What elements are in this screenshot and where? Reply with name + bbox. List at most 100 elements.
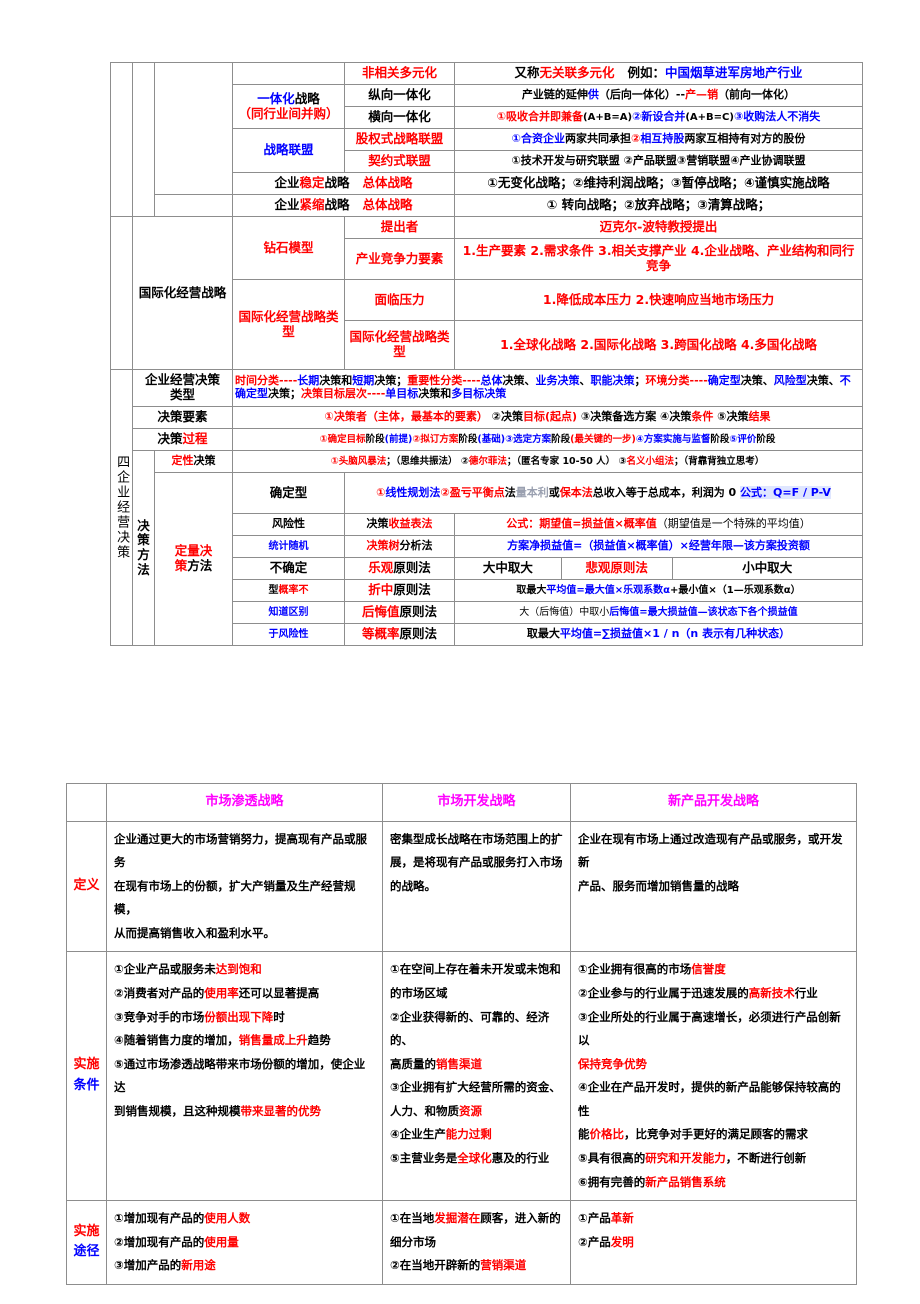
cell-line: 的市场区域 <box>390 982 563 1006</box>
rm2a: 决策树 <box>366 539 400 553</box>
cv3: ② <box>440 485 450 499</box>
intl-b: 战略 <box>201 284 227 300</box>
decision-process-value: ①确定目标阶段(前提)②拟订方案阶段(基础)③选定方案阶段(最关键的一步)④方案… <box>232 428 863 451</box>
uncertain-method-optimistic: 乐观原则法 <box>344 557 455 580</box>
contract-alliance-type: 契约式联盟 <box>344 150 455 173</box>
table-cell: 企业通过更大的市场营销努力，提高现有产品或服务 在现有市场上的份额，扩大产销量及生… <box>106 820 383 953</box>
u1-name2: 悲观原则法 <box>561 558 673 579</box>
table-cell: 企业在现有市场上通过改造现有产品或服务，或开发新 产品、服务而增加销售量的战略 <box>570 820 857 953</box>
rm1v2: 期望值=损益值×概率值 <box>539 517 657 531</box>
uncertain-equalprob-value: 取最大平均值=∑损益值×1 / n（n 表示有几种状态） <box>454 623 863 646</box>
cell-text: ②产品 <box>578 1234 611 1249</box>
v-desc-c: （后向一体化）-- <box>598 88 686 102</box>
table-cell: ①增加现有产品的使用人数 ②增加现有产品的使用量 ③增加产品的新用途 <box>106 1200 383 1285</box>
qtl-c: 方法 <box>187 558 213 573</box>
integration-label-c: （同行业间并购） <box>238 105 339 121</box>
cell-text: 带来显著的优势 <box>240 1103 322 1118</box>
dtv13: ； <box>634 374 646 388</box>
e-desc-a: ①合资企业 <box>511 132 565 146</box>
header-new-product-development: 新产品开发战略 <box>570 783 857 822</box>
cell-line: ②增加现有产品的使用量 <box>114 1231 375 1255</box>
cell-text: 营销渠道 <box>480 1258 527 1273</box>
cell-line: 的战略。 <box>390 875 563 899</box>
rm1v1: 公式： <box>506 517 540 531</box>
table-row: 国际化经营战略 钻石模型 提出者 迈克尔-波特教授提出 <box>110 216 863 370</box>
row-label-line2: 条件 <box>73 1078 100 1094</box>
table-row: 决策要素 ①决策者（主体，最基本的要素） ②决策目标(起点) ③决策备选方案 ④… <box>111 406 863 429</box>
u2b: 原则法 <box>393 582 431 598</box>
diamond-model-label: 钻石模型 <box>232 216 345 280</box>
table-cell: ①在空间上存在着未开发或未饱和 的市场区域 ②企业获得新的、可靠的、经济的、 高质量的… <box>382 951 571 1202</box>
table-row: 决策过程 ①确定目标阶段(前提)②拟订方案阶段(基础)③选定方案阶段(最关键的一… <box>111 428 863 451</box>
dtv24: 单目标 <box>385 387 419 400</box>
risk-method-1: 决策收益表法 <box>344 513 455 536</box>
uncertain-method-regret: 后悔值原则法 <box>344 601 455 624</box>
cell-text: 新产品销售系统 <box>645 1174 726 1189</box>
dpv7: ③选定方案 <box>505 433 552 445</box>
dt-a: 企业经营决策 <box>144 372 220 388</box>
dpv2: 阶段 <box>365 433 385 445</box>
qv4: 德尔菲法 <box>468 455 507 467</box>
cell-text: ⑤通过市场渗透战略带来市场份额的增加，使企业达 <box>114 1056 366 1095</box>
row-label-line2: 途径 <box>73 1244 100 1260</box>
table-cell: ①产品革新 ②产品发明 <box>570 1200 857 1285</box>
cell-text: 产品、服务而增加销售量的战略 <box>578 878 739 893</box>
cell-text: ②企业参与的行业属于迅速发展的 <box>578 986 749 1001</box>
risk-type-label: 风险性 <box>232 513 345 536</box>
dtv16: 确定型 <box>707 374 741 388</box>
diversify-name <box>232 62 345 85</box>
u4a: 等概率 <box>361 626 400 642</box>
u2v1: 取最大 <box>516 584 547 596</box>
equity-alliance-type: 股权式战略联盟 <box>344 128 455 151</box>
proposer-value: 迈克尔-波特教授提出 <box>454 216 863 239</box>
dtv17: 决策、 <box>740 374 774 388</box>
u4v1: 取最大 <box>526 627 560 641</box>
e-desc-e: 两家互相持有对方的股份 <box>684 132 806 146</box>
dtv25: 决策和 <box>418 387 452 400</box>
uncertain-compromise-value: 取最大平均值=最大值×乐观系数α+最小值×（1—乐观系数α） <box>454 579 863 602</box>
ql-b: 决策 <box>193 454 216 468</box>
cell-text: 高新技术 <box>748 986 795 1001</box>
cell-text: 发明 <box>610 1234 634 1249</box>
risk-method-2: 决策树分析法 <box>344 535 455 558</box>
qv2: 头脑风暴法 <box>338 455 387 467</box>
decision-element-value: ①决策者（主体，最基本的要素） ②决策目标(起点) ③决策备选方案 ④决策条件 … <box>232 406 863 429</box>
cell-text: ⑥拥有完善的 <box>578 1174 646 1189</box>
decision-method-label: 决策方法 <box>132 450 155 646</box>
cell-line: ②消费者对产品的使用率还可以显著提高 <box>114 982 375 1006</box>
cell-text: ③竞争对手的市场 <box>114 1009 205 1024</box>
cell-text: 资源 <box>459 1103 482 1118</box>
dtv26: 多目标决策 <box>451 387 507 400</box>
u1a: 乐观 <box>368 560 394 576</box>
cell-text: 时 <box>273 1009 285 1024</box>
uncertain-method-compromise: 折中原则法 <box>344 579 455 602</box>
qv1: ① <box>330 455 339 467</box>
dpv13: 阶段 <box>756 433 776 445</box>
cell-line: 展，是将现有产品或服务打入市场 <box>390 851 563 875</box>
uncertain-label-2: 型概率不 <box>232 579 345 602</box>
table-row: 四企业经营决策 企业经营决策 类型 时间分类----长期决策和短期决策；重要性分… <box>110 369 863 646</box>
qtl-b: 策 <box>174 558 188 573</box>
qv5: ；（匿名专家 10-50 人） ③ <box>506 455 627 467</box>
row-label-line1: 实施 <box>73 1057 100 1073</box>
certain-type-value: ①线性规划法②盈亏平衡点法量本利或保本法总收入等于总成本，利润为 0 公式：Q=… <box>344 472 863 514</box>
e-desc-b: 两家共同承担 <box>565 132 631 146</box>
stable-b: 稳定 <box>299 175 325 191</box>
dpv6: (基础) <box>477 433 506 445</box>
cell-text: 达到饱和 <box>215 962 262 977</box>
alliance-label: 战略联盟 <box>232 128 345 173</box>
cell-text: ⑤具有很高的 <box>578 1150 646 1165</box>
dev2: 决策者（主体，最基本的要素） <box>333 410 488 424</box>
cell-line: 细分市场 <box>390 1231 563 1255</box>
table-body: 定义 企业通过更大的市场营销努力，提高现有产品或服务 在现有市场上的份额，扩大产销量… <box>66 820 857 1285</box>
certain-type-label: 确定型 <box>232 472 345 514</box>
intl-a: 国际化经营 <box>138 284 202 300</box>
cell-line: ③企业拥有扩大经营所需的资金、 <box>390 1076 563 1100</box>
table-row: 定量决 策方法 确定型 ①线性规划法②盈亏平衡点法量本利或保本法总收入等于总成本… <box>111 472 863 646</box>
cell-line: 密集型成长战略在市场范围上的扩 <box>390 828 563 852</box>
dtv23: ---- <box>367 387 386 400</box>
cell-line: ②在当地开辟新的营销渠道 <box>390 1254 563 1278</box>
h-desc-e: ③收购法人不消失 <box>733 110 821 124</box>
table-row: 实施 条件 ①企业产品或服务未达到饱和 ②消费者对产品的使用率还可以显著提高 ③竞争对手… <box>66 951 857 1202</box>
dpv11: 阶段 <box>710 433 730 445</box>
